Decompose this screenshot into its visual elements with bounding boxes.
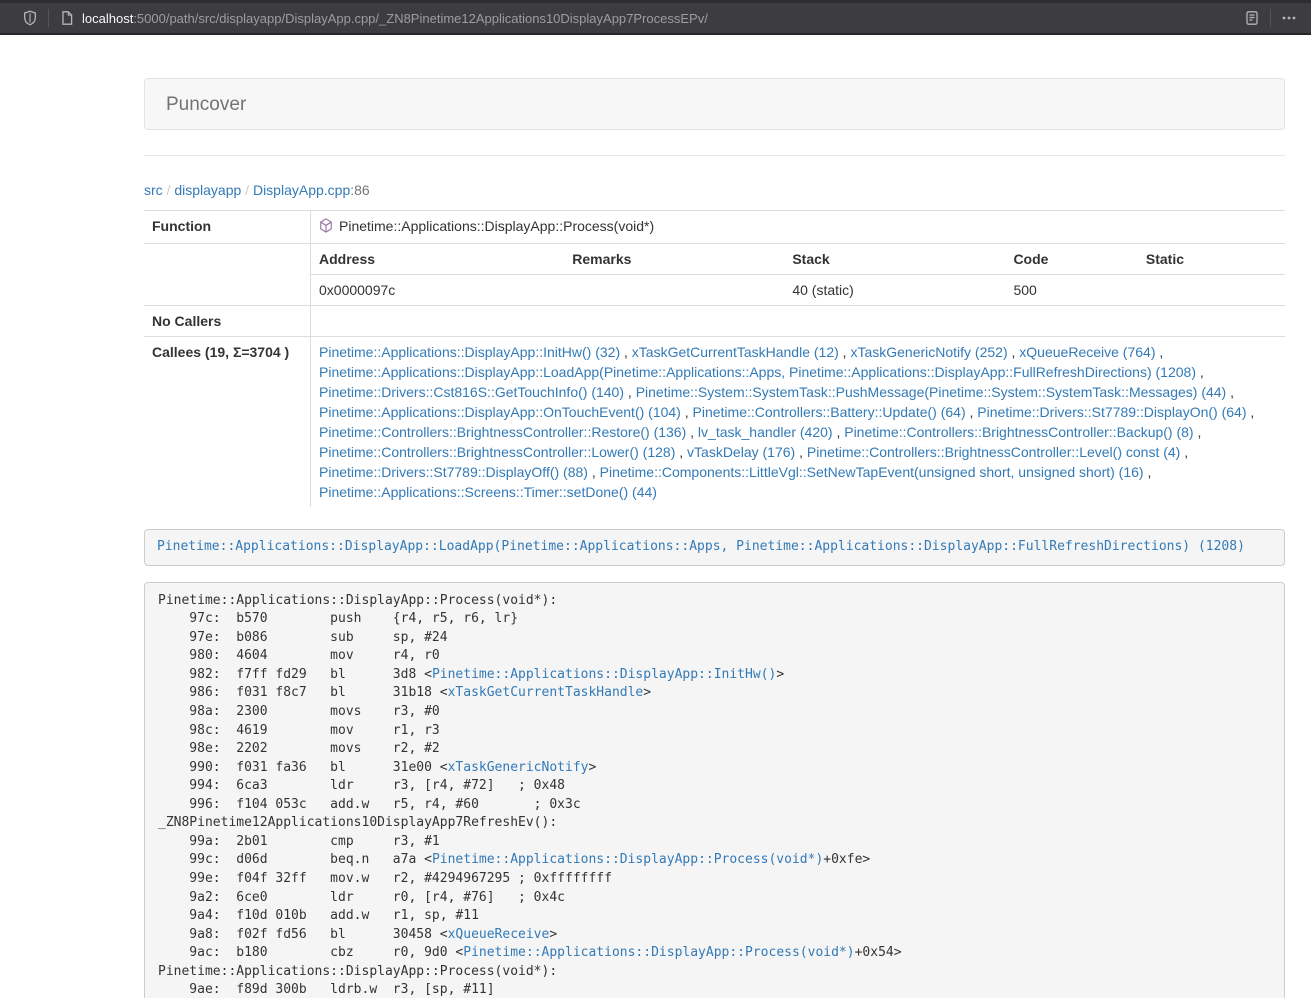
callees-row: Callees (19, Σ=3704 ) Pinetime::Applicat… bbox=[144, 337, 1285, 508]
function-name: Pinetime::Applications::DisplayApp::Proc… bbox=[339, 218, 654, 234]
breadcrumb-link[interactable]: src bbox=[144, 182, 163, 198]
callee-link[interactable]: xTaskGenericNotify (252) bbox=[850, 344, 1007, 360]
function-name-cell: Pinetime::Applications::DisplayApp::Proc… bbox=[311, 211, 1286, 244]
toolbar-separator bbox=[1270, 9, 1271, 27]
callees-separator: , bbox=[1196, 364, 1204, 380]
callee-link[interactable]: xTaskGetCurrentTaskHandle (12) bbox=[632, 344, 839, 360]
code-symbol-link[interactable]: xQueueReceive bbox=[448, 927, 550, 942]
code-listing: Pinetime::Applications::DisplayApp::Proc… bbox=[144, 582, 1285, 998]
app-title: Puncover bbox=[166, 94, 246, 115]
breadcrumb-separator: / bbox=[163, 182, 175, 198]
callee-link[interactable]: Pinetime::Applications::DisplayApp::OnTo… bbox=[319, 404, 681, 420]
code-symbol-link[interactable]: Pinetime::Applications::DisplayApp::Proc… bbox=[463, 945, 854, 960]
col-address: Address bbox=[311, 244, 564, 275]
callee-link[interactable]: vTaskDelay (176) bbox=[687, 444, 795, 460]
callee-link[interactable]: Pinetime::Drivers::Cst816S::GetTouchInfo… bbox=[319, 384, 624, 400]
callee-link[interactable]: Pinetime::Controllers::BrightnessControl… bbox=[844, 424, 1193, 440]
callee-link[interactable]: Pinetime::Applications::Screens::Timer::… bbox=[319, 484, 657, 500]
callees-separator: , bbox=[839, 344, 851, 360]
callee-link[interactable]: Pinetime::Controllers::Battery::Update()… bbox=[693, 404, 966, 420]
breadcrumb-link[interactable]: displayapp bbox=[174, 182, 241, 198]
callees-separator: , bbox=[620, 344, 632, 360]
callees-separator: , bbox=[675, 444, 687, 460]
code-size-value: 500 bbox=[1005, 275, 1137, 306]
callees-label: Callees (19, Σ=3704 ) bbox=[144, 337, 311, 508]
breadcrumb: src / displayapp / DisplayApp.cpp:86 bbox=[144, 180, 1285, 200]
highlighted-symbol: Pinetime::Applications::DisplayApp::Load… bbox=[144, 529, 1285, 566]
function-row-label: Function bbox=[144, 211, 311, 244]
callees-separator: , bbox=[624, 384, 636, 400]
code-symbol-link[interactable]: xTaskGenericNotify bbox=[448, 760, 589, 775]
callee-link[interactable]: Pinetime::Drivers::St7789::DisplayOn() (… bbox=[977, 404, 1246, 420]
function-row: Function Pinetime::Applications::Display… bbox=[144, 211, 1285, 244]
browser-toolbar: localhost:5000/path/src/displayapp/Displ… bbox=[0, 0, 1311, 35]
callee-link[interactable]: Pinetime::Drivers::St7789::DisplayOff() … bbox=[319, 464, 588, 480]
callees-separator: , bbox=[1247, 404, 1255, 420]
toolbar-separator bbox=[48, 9, 49, 27]
breadcrumb-link[interactable]: DisplayApp.cpp bbox=[253, 182, 350, 198]
callees-separator: , bbox=[1194, 424, 1202, 440]
callees-separator: , bbox=[686, 424, 698, 440]
col-static: Static bbox=[1138, 244, 1285, 275]
code-symbol-link[interactable]: Pinetime::Applications::DisplayApp::Proc… bbox=[432, 852, 823, 867]
no-callers-row: No Callers bbox=[144, 306, 1285, 337]
callee-link[interactable]: Pinetime::Controllers::BrightnessControl… bbox=[807, 444, 1180, 460]
divider bbox=[144, 155, 1285, 156]
more-options-icon[interactable] bbox=[1281, 10, 1297, 26]
url-host: localhost bbox=[82, 11, 133, 26]
empty-cell bbox=[311, 306, 1286, 337]
callee-link[interactable]: Pinetime::System::SystemTask::PushMessag… bbox=[636, 384, 1227, 400]
stats-header-row: Address Remarks Stack Code Static bbox=[311, 244, 1285, 275]
col-stack: Stack bbox=[784, 244, 1005, 275]
address-value: 0x0000097c bbox=[311, 275, 564, 306]
shield-icon[interactable] bbox=[22, 10, 38, 26]
cube-icon bbox=[319, 218, 333, 238]
no-callers-label: No Callers bbox=[144, 306, 311, 337]
callees-separator: , bbox=[795, 444, 807, 460]
callee-link[interactable]: Pinetime::Applications::DisplayApp::Load… bbox=[319, 364, 1196, 380]
url-path: :5000/path/src/displayapp/DisplayApp.cpp… bbox=[133, 11, 708, 26]
highlighted-symbol-link[interactable]: Pinetime::Applications::DisplayApp::Load… bbox=[157, 539, 1245, 554]
remarks-value bbox=[564, 275, 784, 306]
code-symbol-link[interactable]: Pinetime::Applications::DisplayApp::Init… bbox=[432, 667, 776, 682]
reader-mode-icon[interactable] bbox=[1244, 10, 1260, 26]
callees-list: Pinetime::Applications::DisplayApp::Init… bbox=[311, 337, 1286, 508]
stack-value: 40 (static) bbox=[784, 275, 1005, 306]
col-code: Code bbox=[1005, 244, 1137, 275]
empty-cell bbox=[144, 244, 311, 306]
static-value bbox=[1138, 275, 1285, 306]
col-remarks: Remarks bbox=[564, 244, 784, 275]
callee-link[interactable]: lv_task_handler (420) bbox=[698, 424, 833, 440]
callees-separator: , bbox=[588, 464, 600, 480]
callee-link[interactable]: Pinetime::Controllers::BrightnessControl… bbox=[319, 424, 686, 440]
page-icon[interactable] bbox=[59, 10, 75, 26]
function-table: Function Pinetime::Applications::Display… bbox=[144, 210, 1285, 507]
url-bar[interactable]: localhost:5000/path/src/displayapp/Displ… bbox=[82, 11, 1244, 26]
callee-link[interactable]: Pinetime::Components::LittleVgl::SetNewT… bbox=[600, 464, 1144, 480]
page-content: Puncover src / displayapp / DisplayApp.c… bbox=[144, 78, 1285, 998]
callees-separator: , bbox=[681, 404, 693, 420]
app-header: Puncover bbox=[144, 78, 1285, 130]
callees-separator: , bbox=[1180, 444, 1188, 460]
breadcrumb-separator: / bbox=[241, 182, 253, 198]
callees-separator: , bbox=[1226, 384, 1234, 400]
breadcrumb-line-number: :86 bbox=[350, 182, 369, 198]
callees-separator: , bbox=[1008, 344, 1020, 360]
stats-cell: Address Remarks Stack Code Static 0x0000… bbox=[311, 244, 1286, 306]
callees-separator: , bbox=[833, 424, 845, 440]
callees-separator: , bbox=[1144, 464, 1152, 480]
code-symbol-link[interactable]: xTaskGetCurrentTaskHandle bbox=[448, 685, 644, 700]
function-stats-row: Address Remarks Stack Code Static 0x0000… bbox=[144, 244, 1285, 306]
callees-separator: , bbox=[1155, 344, 1163, 360]
stats-value-row: 0x0000097c 40 (static) 500 bbox=[311, 275, 1285, 306]
callee-link[interactable]: Pinetime::Controllers::BrightnessControl… bbox=[319, 444, 675, 460]
callee-link[interactable]: Pinetime::Applications::DisplayApp::Init… bbox=[319, 344, 620, 360]
stats-table: Address Remarks Stack Code Static 0x0000… bbox=[311, 244, 1285, 305]
callees-separator: , bbox=[966, 404, 978, 420]
callee-link[interactable]: xQueueReceive (764) bbox=[1019, 344, 1155, 360]
